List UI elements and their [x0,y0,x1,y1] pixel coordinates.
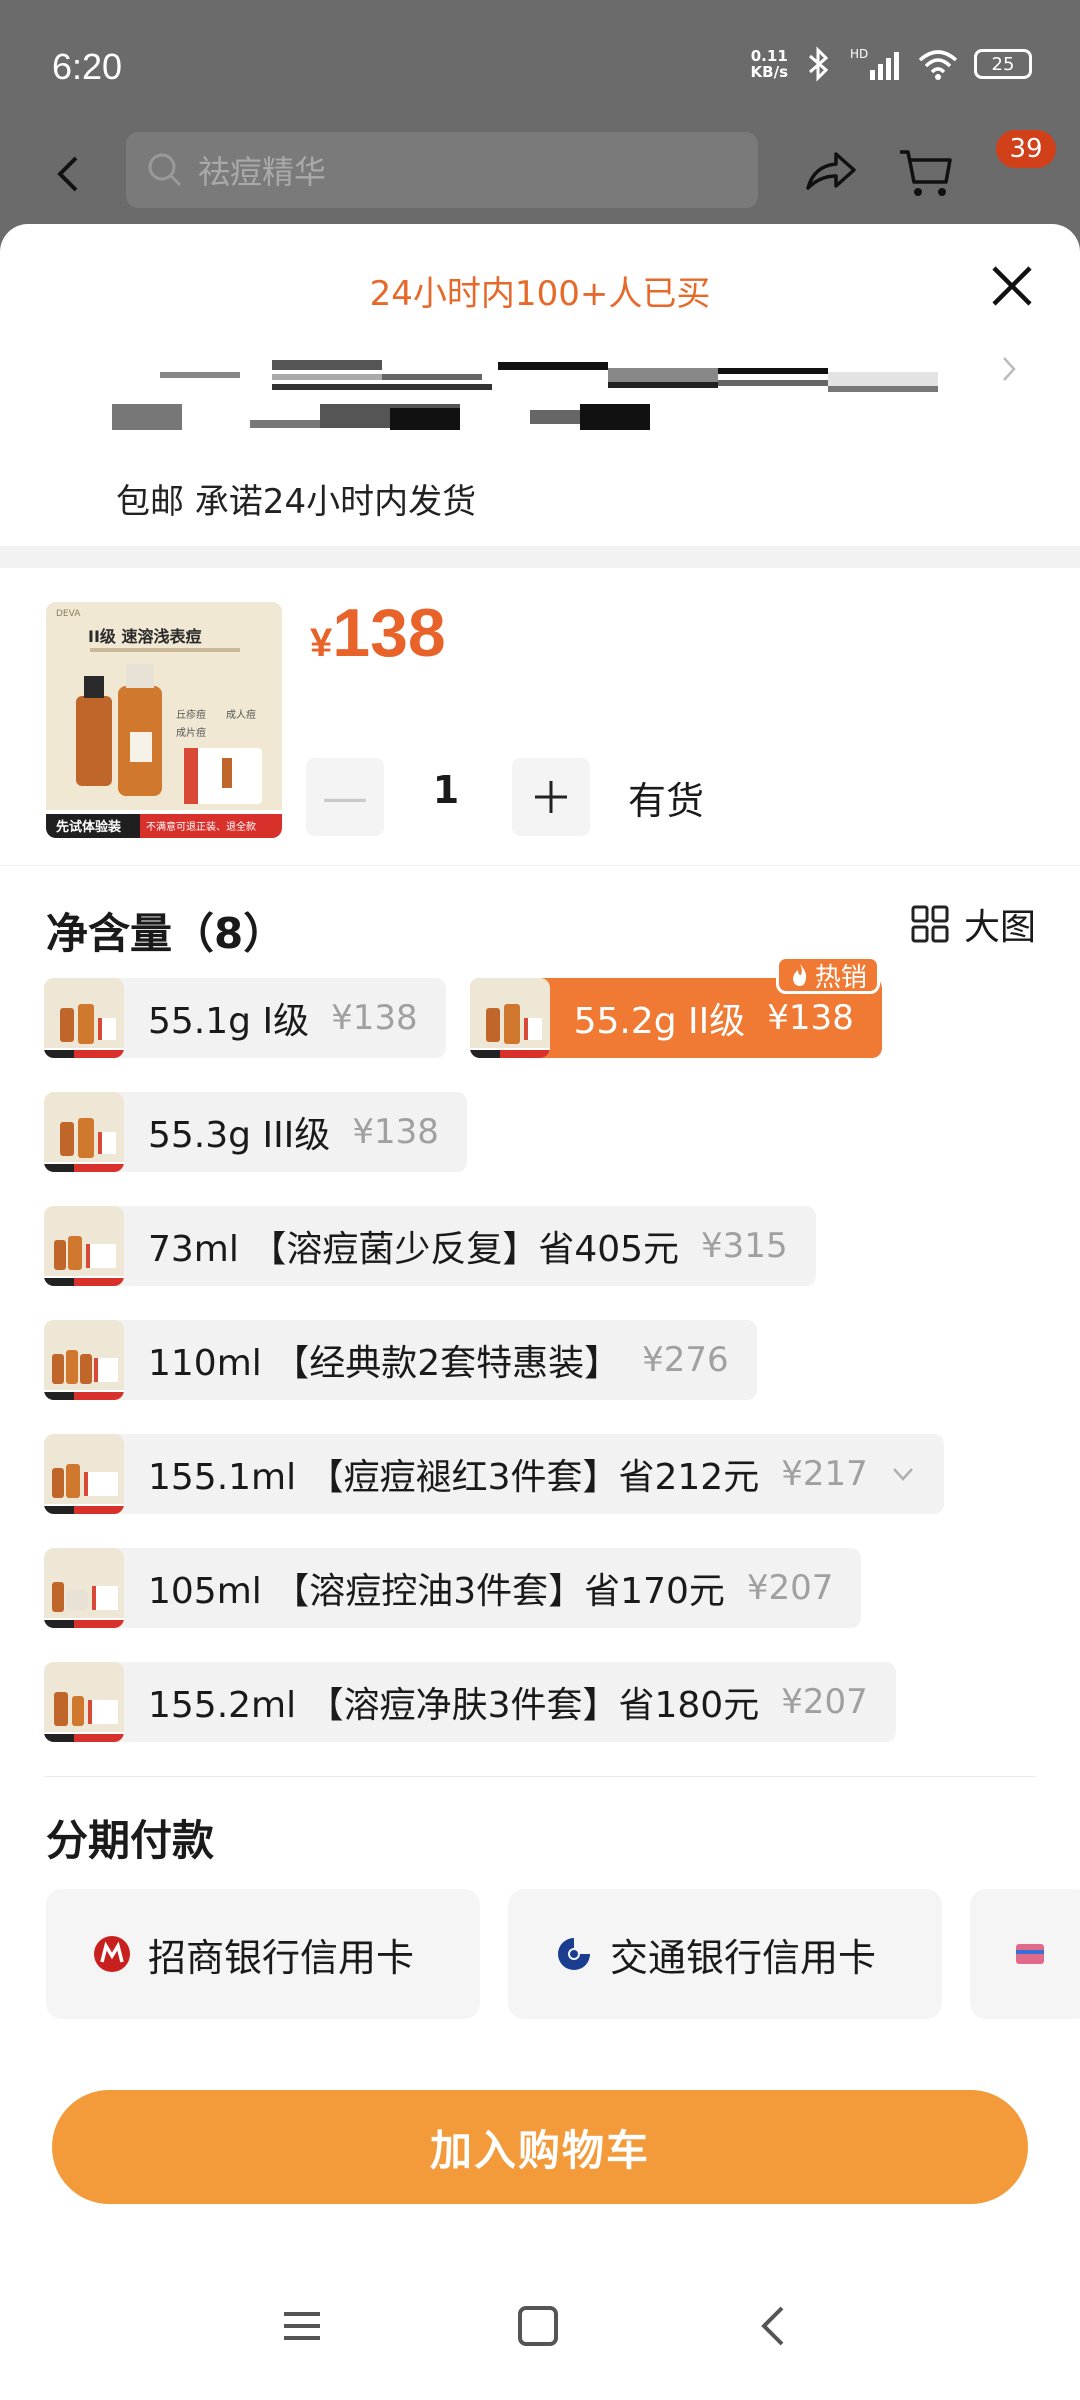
quantity-decrease-button[interactable]: — [306,758,384,836]
spec-option[interactable]: 105ml 【溶痘控油3件套】省170元 ¥207 [44,1548,862,1628]
cmb-logo-icon [94,1936,130,1972]
search-icon [148,153,182,187]
bank-option-partial[interactable] [970,1889,1080,2019]
spec-header: 净含量（8） 大图 [0,866,1080,978]
bank-name: 招商银行信用卡 [148,1935,415,1980]
option-label: 73ml 【溶痘菌少反复】省405元 [148,1229,680,1270]
battery-indicator: 25 [974,49,1032,79]
option-label: 155.1ml 【痘痘褪红3件套】省212元 [148,1457,760,1498]
system-nav-bar [0,2246,1080,2396]
option-thumbnail [44,1320,124,1400]
big-image-button[interactable]: 大图 [910,898,1036,950]
option-price: ¥276 [642,1340,729,1380]
bocom-logo-icon [558,1938,590,1970]
option-price: ¥315 [701,1226,788,1266]
flame-icon [792,964,806,986]
quantity-increase-button[interactable] [512,758,590,836]
price-currency: ¥ [310,621,333,665]
option-thumbnail [44,1092,124,1172]
bank-option-bocom[interactable]: 交通银行信用卡 [508,1889,942,2019]
option-price: ¥207 [781,1682,868,1722]
option-price: ¥138 [331,998,418,1038]
option-label: 155.2ml 【溶痘净肤3件套】省180元 [148,1685,760,1726]
spec-option[interactable]: 73ml 【溶痘菌少反复】省405元 ¥315 [44,1206,816,1286]
cart-count-badge: 39 [996,130,1056,168]
sales-banner: 24小时内100+人已买 [369,274,711,314]
cart-icon[interactable] [896,142,956,202]
menu-icon[interactable] [272,2296,332,2356]
option-price: ¥217 [781,1454,868,1494]
spec-option[interactable]: 55.1g I级 ¥138 [44,978,446,1058]
bluetooth-icon [809,46,829,82]
top-bar: 祛痘精华 39 [0,130,1080,230]
spec-option[interactable]: 155.2ml 【溶痘净肤3件套】省180元 ¥207 [44,1662,896,1742]
spec-title: 净含量（8） [46,909,286,958]
spec-option[interactable]: 55.3g III级 ¥138 [44,1092,467,1172]
net-speed: 0.11 KB/s [750,47,788,81]
grid-icon [911,905,949,943]
option-label: 55.3g III级 [148,1115,331,1156]
installment-section: 分期付款 招商银行信用卡 交通银行信用卡 [44,1776,1080,2076]
option-price: ¥138 [352,1112,439,1152]
close-icon[interactable] [982,256,1042,316]
svg-text:成人痘: 成人痘 [226,708,256,721]
bank-option-cmb[interactable]: 招商银行信用卡 [46,1889,480,2019]
search-placeholder: 祛痘精华 [198,153,327,191]
status-icons: 0.11 KB/s HD 25 [751,46,1032,82]
svg-text:HD: HD [850,47,868,61]
option-label: 105ml 【溶痘控油3件套】省170元 [148,1571,725,1612]
address-redacted[interactable] [100,352,960,432]
chevron-down-icon[interactable] [890,1461,916,1487]
share-icon[interactable] [800,142,860,202]
plus-icon [535,781,567,813]
product-summary: DEVA II级 速溶浅表痘 丘疹痘 成人痘 成片痘 先试体验装 不满意可退正装… [0,568,1080,866]
status-bar: 6:20 0.11 KB/s HD 25 [0,0,1080,130]
back-icon[interactable] [744,2296,804,2356]
spec-option[interactable]: 155.1ml 【痘痘褪红3件套】省212元 ¥217 [44,1434,944,1514]
option-thumbnail [44,978,124,1058]
option-price: ¥207 [746,1568,834,1608]
quantity-value[interactable]: 1 [420,768,472,812]
back-arrow-icon[interactable] [40,144,100,204]
spec-option[interactable]: 110ml 【经典款2套特惠装】 ¥276 [44,1320,757,1400]
bank-name: 交通银行信用卡 [610,1935,877,1980]
stock-status: 有货 [628,779,705,823]
chevron-right-icon[interactable] [994,354,1024,384]
section-divider [0,546,1080,568]
home-square-icon[interactable] [508,2296,568,2356]
spec-options: 55.1g I级 ¥138 55.2g II级 ¥138 热销 55.3g II… [0,956,1080,1742]
spec-option-selected[interactable]: 55.2g II级 ¥138 热销 [469,956,882,1058]
product-image[interactable]: DEVA II级 速溶浅表痘 丘疹痘 成人痘 成片痘 先试体验装 不满意可退正装… [46,602,282,838]
shipping-info: 包邮 承诺24小时内发货 [116,482,477,522]
svg-text:丘疹痘: 丘疹痘 [176,708,206,721]
signal-icon: HD [850,47,899,80]
svg-text:不满意可退正装、退全款: 不满意可退正装、退全款 [146,820,256,833]
add-to-cart-button[interactable]: 加入购物车 [52,2090,1028,2204]
big-image-label: 大图 [963,907,1036,948]
price-value: 138 [332,595,446,671]
option-price: ¥138 [767,998,854,1038]
svg-text:DEVA: DEVA [56,609,81,619]
installment-title: 分期付款 [46,1816,215,1865]
option-thumbnail [44,1434,124,1514]
bank-logo-icon [1016,1944,1044,1964]
option-thumbnail [44,1206,124,1286]
option-thumbnail [469,978,550,1058]
wifi-icon [918,50,958,80]
svg-text:先试体验装: 先试体验装 [56,819,121,835]
option-label: 55.1g I级 [148,1001,310,1042]
sheet-header: 24小时内100+人已买 包邮 承诺24小时内发货 [0,224,1080,546]
status-time: 6:20 [52,46,123,87]
svg-text:II级 速溶浅表痘: II级 速溶浅表痘 [88,627,201,646]
option-thumbnail [44,1662,124,1742]
option-thumbnail [44,1548,124,1628]
product-image-art: DEVA II级 速溶浅表痘 丘疹痘 成人痘 成片痘 先试体验装 不满意可退正装… [46,602,282,838]
hot-sale-badge: 热销 [775,956,880,994]
option-label: 55.2g II级 [573,1001,746,1042]
svg-text:成片痘: 成片痘 [176,726,206,739]
sku-bottom-sheet: 24小时内100+人已买 包邮 承诺24小时内发货 DEVA II级 速溶浅表痘… [0,224,1080,2400]
price: ¥138 [310,594,446,672]
option-label: 110ml 【经典款2套特惠装】 [148,1343,621,1384]
search-input[interactable]: 祛痘精华 [126,132,758,208]
